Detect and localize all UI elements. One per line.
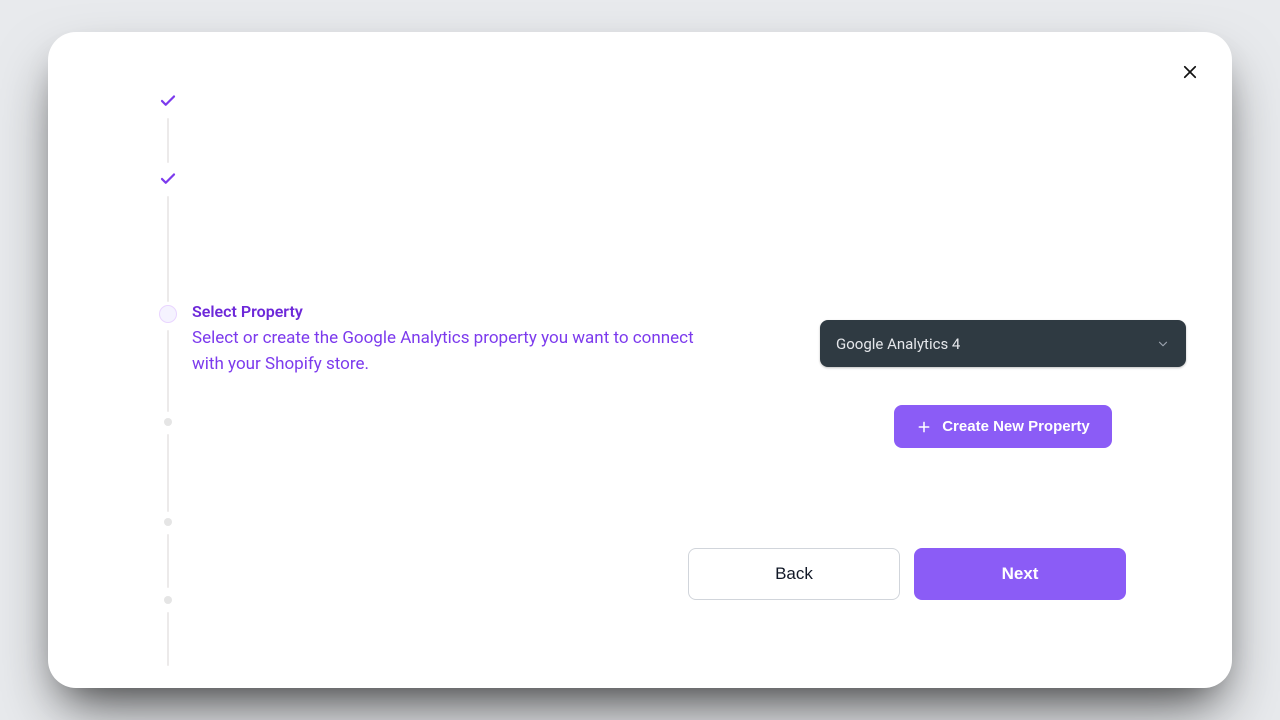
onboarding-dialog: Select Property Select or create the Goo…: [48, 32, 1232, 688]
close-button[interactable]: [1178, 60, 1202, 84]
create-property-button[interactable]: Create New Property: [894, 405, 1112, 448]
step-description: Select or create the Google Analytics pr…: [192, 325, 702, 378]
step-connector: [167, 196, 169, 302]
step-connector: [167, 330, 169, 412]
step-node-6: [164, 596, 172, 604]
back-button[interactable]: Back: [688, 548, 900, 600]
create-property-label: Create New Property: [942, 418, 1090, 435]
check-icon: [159, 170, 177, 188]
next-button-label: Next: [1002, 564, 1039, 584]
dialog-footer: Back Next: [688, 548, 1126, 600]
step-node-4: [164, 418, 172, 426]
controls-pane: Google Analytics 4 Create New Property: [820, 320, 1186, 448]
step-title: Select Property: [192, 302, 702, 321]
chevron-down-icon: [1156, 337, 1170, 351]
step-connector: [167, 118, 169, 163]
step-node-3-current: [164, 310, 172, 318]
step-connector: [167, 434, 169, 512]
property-select[interactable]: Google Analytics 4: [820, 320, 1186, 367]
property-select-value: Google Analytics 4: [836, 335, 960, 353]
next-button[interactable]: Next: [914, 548, 1126, 600]
step-connector: [167, 534, 169, 588]
active-step-content: Select Property Select or create the Goo…: [192, 302, 702, 378]
step-node-5: [164, 518, 172, 526]
step-connector: [167, 612, 169, 666]
plus-icon: [916, 419, 932, 435]
close-icon: [1181, 63, 1199, 81]
step-node-2: [159, 170, 177, 188]
stepper-timeline: [153, 92, 183, 638]
check-icon: [159, 92, 177, 110]
step-node-1: [159, 92, 177, 110]
back-button-label: Back: [775, 564, 813, 584]
